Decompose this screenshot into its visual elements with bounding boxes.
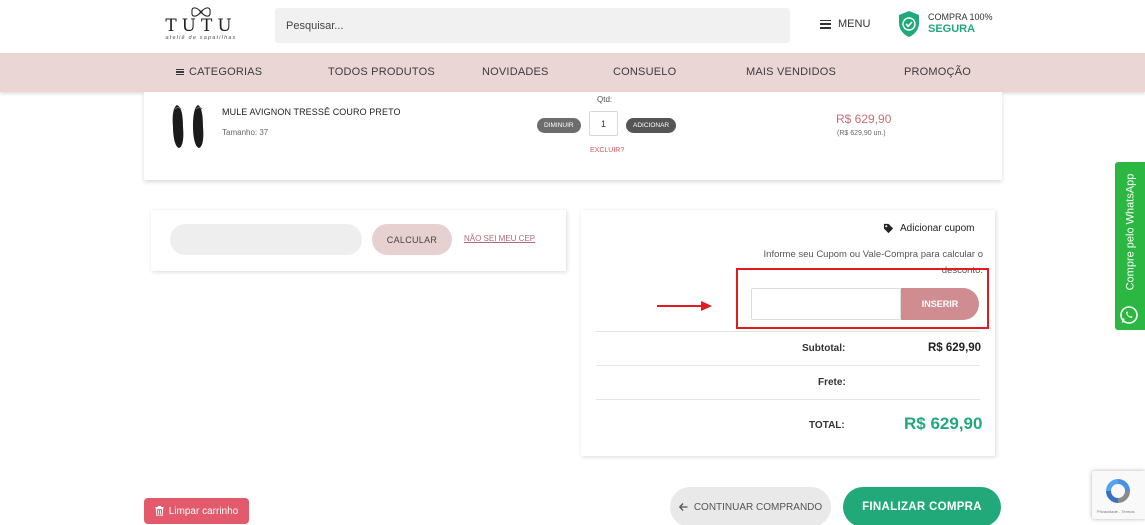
nav-item-novidades[interactable]: NOVIDADES bbox=[482, 66, 549, 78]
continue-shopping-button[interactable]: CONTINUAR COMPRANDO bbox=[670, 487, 831, 525]
product-name[interactable]: MULE AVIGNON TRESSÊ COURO PRETO bbox=[222, 107, 401, 117]
trash-icon bbox=[155, 506, 164, 516]
divider bbox=[596, 399, 980, 400]
cart-item-row: MULE AVIGNON TRESSÊ COURO PRETO Tamanho:… bbox=[144, 92, 1002, 180]
coupon-title-label: Adicionar cupom bbox=[900, 223, 975, 234]
nav-item-mais-vendidos[interactable]: MAIS VENDIDOS bbox=[746, 66, 836, 78]
search-input[interactable] bbox=[286, 19, 779, 32]
arrow-left-icon bbox=[678, 503, 688, 511]
logo-word: TUTU bbox=[165, 16, 237, 36]
order-summary: Adicionar cupom Informe seu Cupom ou Val… bbox=[581, 210, 995, 456]
menu-label: MENU bbox=[838, 18, 871, 30]
decrease-quantity-button[interactable]: DIMINUIR bbox=[537, 118, 581, 133]
nav-item-promocao[interactable]: PROMOÇÃO bbox=[904, 66, 971, 78]
hamburger-icon bbox=[820, 19, 831, 29]
annotation-arrow-icon bbox=[657, 301, 712, 311]
shipping-calculator: CALCULAR NÃO SEI MEU CEP bbox=[151, 210, 566, 271]
clear-cart-button[interactable]: Limpar carrinho bbox=[144, 498, 249, 524]
checkout-button[interactable]: FINALIZAR COMPRA bbox=[843, 487, 1001, 525]
whatsapp-icon[interactable] bbox=[1119, 305, 1139, 325]
whatsapp-tab-label: Compre pelo WhatsApp bbox=[1124, 173, 1136, 291]
remove-item-link[interactable]: EXCLUIR? bbox=[590, 147, 624, 154]
increase-quantity-button[interactable]: ADICIONAR bbox=[626, 118, 677, 133]
unknown-cep-link[interactable]: NÃO SEI MEU CEP bbox=[464, 234, 535, 243]
continue-shopping-label: CONTINUAR COMPRANDO bbox=[693, 501, 823, 513]
divider bbox=[596, 331, 980, 332]
coupon-title[interactable]: Adicionar cupom bbox=[883, 223, 974, 234]
secure-line2: SEGURA bbox=[928, 23, 976, 35]
logo-subtitle: ateliê de sapatilhas bbox=[165, 35, 237, 41]
logo[interactable]: TUTU ateliê de sapatilhas bbox=[158, 6, 244, 46]
product-size: Tamanho: 37 bbox=[222, 128, 269, 137]
recaptcha-text[interactable]: Privacidade - Termos bbox=[1097, 509, 1135, 514]
search-box[interactable] bbox=[275, 8, 790, 43]
nav-item-label: CATEGORIAS bbox=[189, 66, 263, 78]
nav-item-categorias[interactable]: CATEGORIAS bbox=[176, 66, 262, 78]
calculate-shipping-button[interactable]: CALCULAR bbox=[372, 224, 452, 255]
whatsapp-tab-label-wrap[interactable]: Compre pelo WhatsApp bbox=[1116, 168, 1144, 296]
total-value: R$ 629,90 bbox=[904, 414, 983, 433]
category-navbar: CATEGORIAS TODOS PRODUTOS NOVIDADES CONS… bbox=[0, 53, 1145, 92]
site-header: TUTU ateliê de sapatilhas MENU COMPRA 10… bbox=[0, 0, 1145, 52]
cep-input[interactable] bbox=[170, 224, 362, 255]
quantity-label: Qtd: bbox=[597, 95, 613, 104]
product-image[interactable] bbox=[170, 103, 206, 149]
shield-check-icon bbox=[899, 11, 919, 37]
clear-cart-label: Limpar carrinho bbox=[168, 505, 239, 517]
frete-label: Frete: bbox=[818, 377, 846, 388]
recaptcha-icon bbox=[1106, 479, 1130, 503]
annotation-highlight-box bbox=[736, 268, 989, 329]
item-unit-price: (R$ 629,90 un.) bbox=[837, 130, 886, 137]
hamburger-icon bbox=[176, 68, 184, 76]
tag-icon bbox=[883, 223, 894, 234]
nav-item-consuelo[interactable]: CONSUELO bbox=[613, 66, 676, 78]
subtotal-value: R$ 629,90 bbox=[928, 342, 982, 354]
subtotal-label: Subtotal: bbox=[802, 343, 846, 354]
total-label: TOTAL: bbox=[809, 420, 845, 431]
secure-line1: COMPRA 100% bbox=[928, 12, 993, 22]
item-price: R$ 629,90 bbox=[836, 112, 892, 126]
recaptcha-badge[interactable]: Privacidade - Termos bbox=[1092, 471, 1145, 519]
menu-button[interactable]: MENU bbox=[820, 18, 870, 30]
secure-purchase-badge: COMPRA 100% SEGURA bbox=[897, 10, 993, 38]
quantity-input[interactable]: 1 bbox=[589, 111, 618, 136]
divider bbox=[596, 365, 980, 366]
nav-item-todos-produtos[interactable]: TODOS PRODUTOS bbox=[328, 66, 435, 78]
